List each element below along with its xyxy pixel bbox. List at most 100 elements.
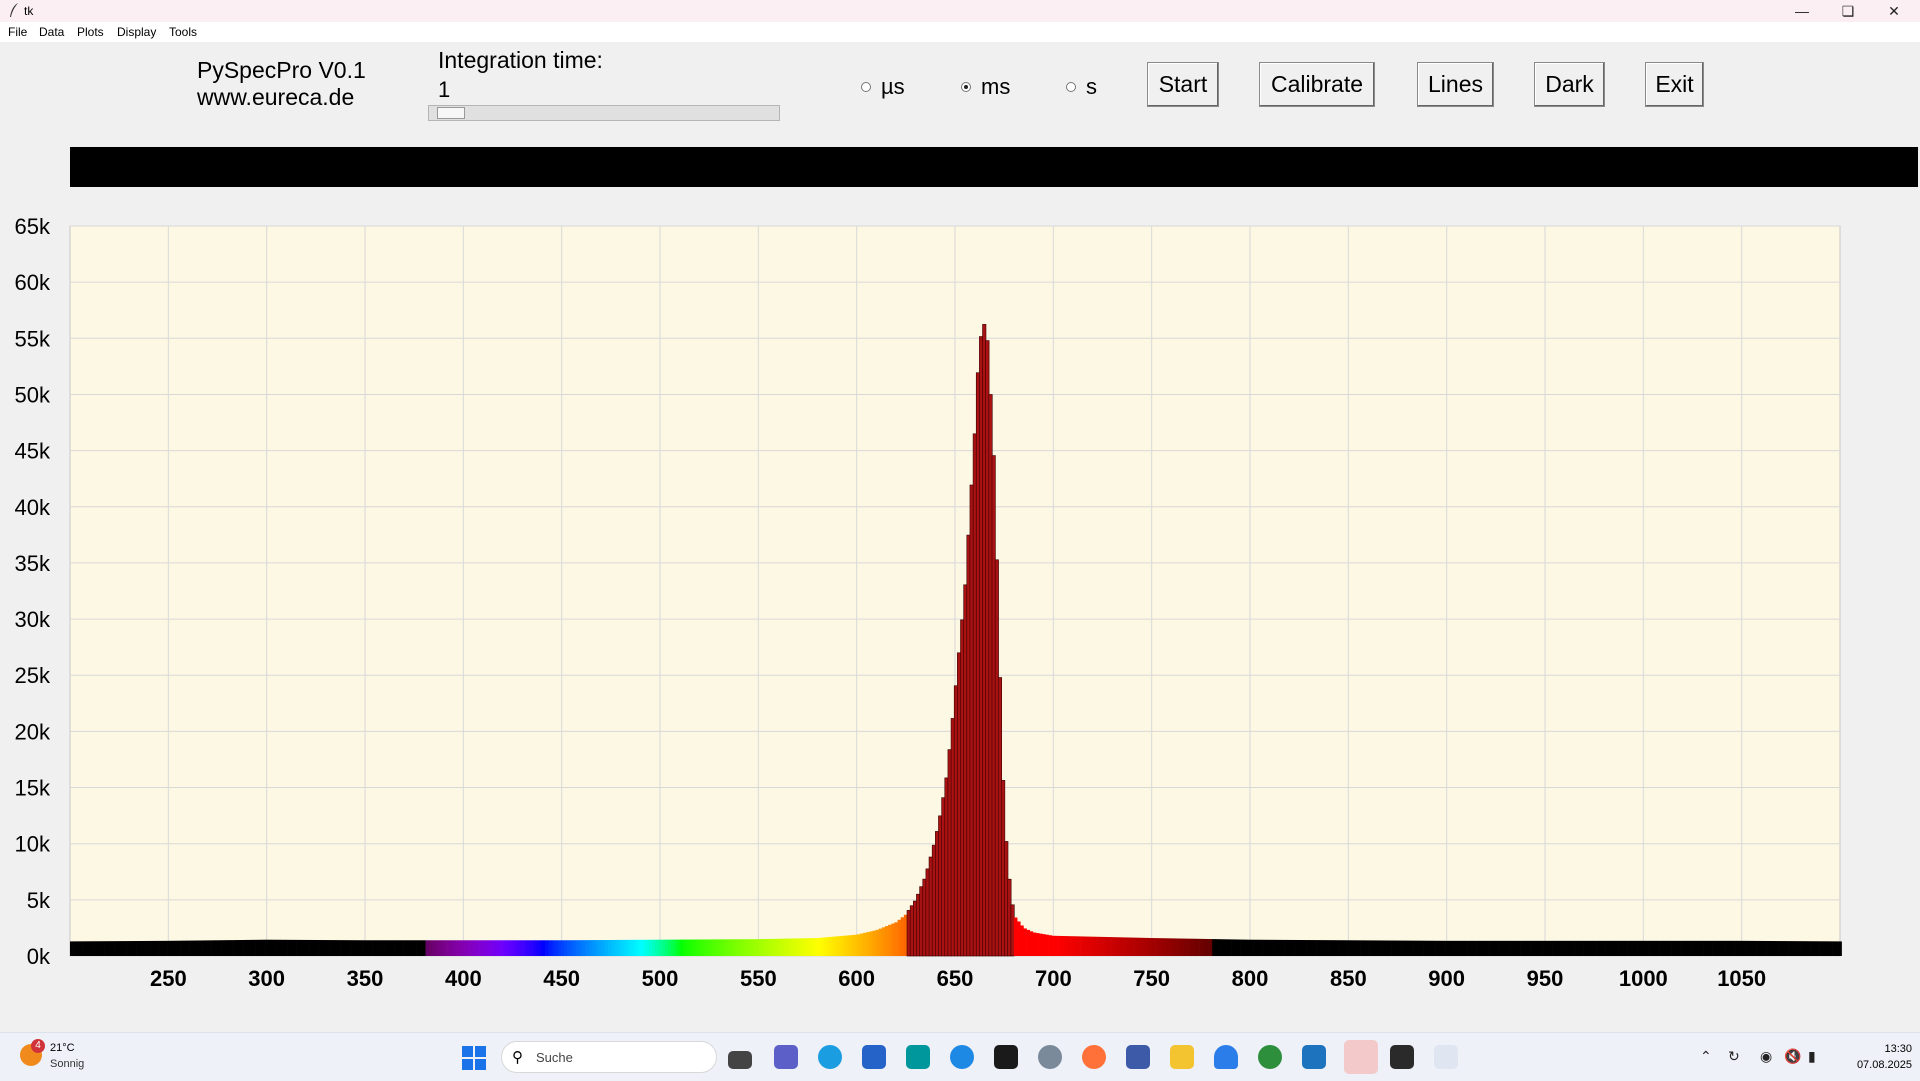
active-app-icon[interactable] — [1344, 1040, 1378, 1074]
spectrum-bar — [711, 939, 716, 956]
spectrum-bar — [1045, 934, 1049, 956]
firefox-icon[interactable] — [1082, 1045, 1106, 1069]
menu-data[interactable]: Data — [39, 25, 64, 39]
python-tk-icon[interactable] — [1434, 1045, 1458, 1069]
remote-icon[interactable] — [1126, 1045, 1150, 1069]
spectrum-bar — [576, 940, 581, 956]
start-button[interactable]: Start — [1147, 62, 1219, 107]
arc-icon[interactable] — [1214, 1045, 1238, 1069]
spectrum-bar — [529, 940, 533, 956]
radio-indicator[interactable] — [961, 82, 971, 92]
spectrum-bar — [1171, 938, 1175, 956]
spectrum-bar — [1397, 940, 1402, 956]
menu-tools[interactable]: Tools — [169, 25, 197, 39]
spectrum-bar — [1227, 939, 1232, 956]
console-icon[interactable] — [1390, 1045, 1414, 1069]
spectrum-bar — [1662, 940, 1666, 956]
menu-plots[interactable]: Plots — [77, 25, 104, 39]
radio-indicator[interactable] — [1066, 82, 1076, 92]
weather-condition[interactable]: Sonnig — [50, 1058, 84, 1070]
spectrum-bar — [368, 940, 373, 956]
radio-indicator[interactable] — [861, 82, 871, 92]
search-icon: ⚲ — [512, 1049, 523, 1066]
spectrum-bar — [859, 933, 864, 956]
lines-button[interactable]: Lines — [1417, 62, 1494, 107]
spectrum-bar — [1712, 940, 1717, 956]
spectrum-bar — [384, 940, 389, 956]
spectrum-bar — [1221, 939, 1226, 956]
dark-button[interactable]: Dark — [1534, 62, 1605, 107]
spectrum-bar — [110, 941, 115, 956]
spectrum-bar — [249, 939, 253, 956]
unit-radio-us[interactable]: µs — [861, 74, 905, 100]
task-view-icon[interactable] — [728, 1051, 752, 1069]
unit-radio-ms[interactable]: ms — [961, 74, 1010, 100]
maximize-button[interactable]: ❏ — [1826, 0, 1870, 22]
minimize-button[interactable]: — — [1780, 0, 1824, 22]
chevron-up-icon[interactable]: ⌃ — [1700, 1048, 1712, 1065]
spectrum-bar — [1290, 939, 1295, 956]
arduino-icon[interactable] — [906, 1045, 930, 1069]
spectrum-bar — [1174, 938, 1178, 956]
windows-start-icon[interactable] — [462, 1046, 486, 1070]
terminal-icon[interactable] — [994, 1045, 1018, 1069]
weather-temperature[interactable]: 21°C — [50, 1042, 75, 1054]
sync-icon[interactable]: ↻ — [1728, 1048, 1740, 1065]
speaker-muted-icon[interactable]: 🔇 — [1784, 1048, 1801, 1065]
spectrum-bar — [1180, 938, 1185, 956]
spectrum-bar — [586, 940, 590, 956]
x-tick-label: 350 — [347, 966, 384, 991]
spectrum-bar — [671, 939, 675, 956]
spectrum-bar — [1120, 937, 1125, 956]
spectrum-bar — [1429, 940, 1433, 956]
x-axis-labels: 250 300 350 400 450 500 550 600 650 700 750 800 850 9… — [150, 966, 1766, 991]
spectrum-bar — [1356, 940, 1361, 956]
spectrum-bar — [1646, 940, 1650, 956]
menu-file[interactable]: File — [8, 25, 27, 39]
spectrum-bar — [180, 940, 184, 956]
spectrum-bar — [1010, 904, 1015, 957]
close-button[interactable]: ✕ — [1872, 0, 1916, 22]
spectrum-bar — [535, 940, 540, 956]
network-app-icon[interactable] — [1038, 1045, 1062, 1069]
spectrum-bar — [1463, 940, 1468, 956]
spectrum-bar — [1303, 940, 1307, 956]
spectrum-bar — [730, 939, 735, 956]
spectrum-bar — [1602, 940, 1606, 956]
spectrum-bar — [1149, 938, 1153, 956]
exit-button[interactable]: Exit — [1645, 62, 1704, 107]
hs-icon[interactable] — [1258, 1045, 1282, 1069]
app-icon[interactable] — [950, 1045, 974, 1069]
calibrate-button[interactable]: Calibrate — [1259, 62, 1375, 107]
spectrum-bar — [258, 939, 263, 956]
unit-radio-s[interactable]: s — [1066, 74, 1097, 100]
explorer-icon[interactable] — [1170, 1045, 1194, 1069]
taskbar-search[interactable]: ⚲ Suche — [501, 1041, 717, 1073]
spectrum-bar — [1143, 937, 1147, 956]
spectrum-bar — [1042, 934, 1046, 956]
spectrum-bar — [447, 940, 452, 956]
slider-thumb[interactable] — [437, 107, 466, 119]
spectrum-bar — [1237, 939, 1241, 956]
menu-display[interactable]: Display — [117, 25, 156, 39]
spectrum-bar — [1570, 940, 1575, 956]
battery-icon[interactable]: ▮ — [1808, 1048, 1816, 1065]
spectrum-bar — [1136, 937, 1141, 956]
spectrum-bar — [693, 939, 697, 956]
spectrum-bar — [787, 938, 791, 956]
spectrum-bar — [1668, 940, 1672, 956]
integration-time-slider[interactable] — [428, 105, 780, 121]
notepad-icon[interactable] — [1302, 1045, 1326, 1069]
clock-date[interactable]: 07.08.2025 — [1840, 1059, 1912, 1071]
store-icon[interactable] — [862, 1045, 886, 1069]
spectrum-bar — [866, 932, 870, 956]
spectrum-bar — [834, 936, 839, 956]
spectrum-bar — [1331, 940, 1336, 956]
teams-icon[interactable] — [774, 1045, 798, 1069]
spectrum-bar — [1501, 940, 1506, 956]
network-icon[interactable]: ◉ — [1760, 1048, 1772, 1065]
edge-icon[interactable] — [818, 1045, 842, 1069]
x-tick-label: 1050 — [1717, 966, 1766, 991]
spectrum-bar — [1322, 940, 1326, 956]
clock-time[interactable]: 13:30 — [1860, 1043, 1912, 1055]
